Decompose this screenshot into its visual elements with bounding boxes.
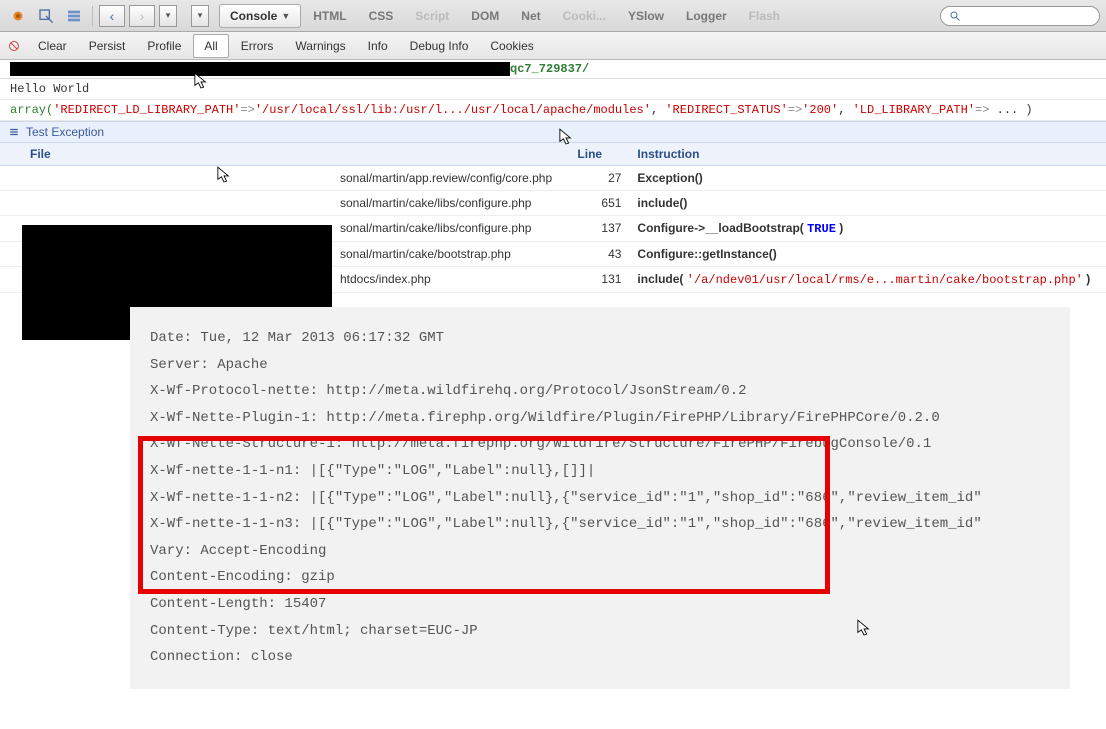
filter-warnings-button[interactable]: Warnings (285, 35, 355, 57)
top-toolbar: ‹ › ▾ ▾ Console ▼ HTML CSS Script DOM Ne… (0, 0, 1106, 32)
stop-icon[interactable] (6, 38, 22, 54)
line-cell: 43 (569, 242, 629, 267)
line-cell: 131 (569, 267, 629, 293)
profile-button[interactable]: Profile (137, 35, 191, 57)
tab-dom[interactable]: DOM (461, 5, 509, 27)
filter-debug-button[interactable]: Debug Info (400, 35, 479, 57)
tab-logger[interactable]: Logger (676, 5, 737, 27)
header-line: X-Wf-Protocol-nette: http://meta.wildfir… (150, 378, 1050, 405)
filter-info-button[interactable]: Info (358, 35, 398, 57)
array-prefix: array( (10, 103, 53, 117)
table-row: sonal/martin/cake/libs/configure.php651i… (0, 191, 1106, 216)
header-line: X-Wf-nette-1-1-n3: |[{"Type":"LOG","Labe… (150, 511, 1050, 538)
inspect-icon[interactable] (34, 4, 58, 28)
header-line: Content-Encoding: gzip (150, 564, 1050, 591)
firebug-icon[interactable] (6, 4, 30, 28)
panel-icon[interactable] (62, 4, 86, 28)
nav-history-dropdown[interactable]: ▾ (159, 5, 177, 27)
tab-html[interactable]: HTML (303, 5, 356, 27)
tab-label: Console (230, 9, 277, 23)
header-line: X-Wf-Nette-Plugin-1: http://meta.firephp… (150, 405, 1050, 432)
file-cell: sonal/martin/app.review/config/core.php (0, 166, 569, 191)
chevron-down-icon: ▼ (281, 11, 290, 21)
response-headers-panel: Date: Tue, 12 Mar 2013 06:17:32 GMTServe… (130, 307, 1070, 689)
array-v2: '200' (802, 103, 838, 117)
url-suffix: qc7_729837/ (510, 60, 589, 78)
array-k1: 'REDIRECT_LD_LIBRARY_PATH' (53, 103, 240, 117)
array-suffix: ... ) (989, 103, 1032, 117)
header-line: Connection: close (150, 644, 1050, 671)
console-sub-toolbar: Clear Persist Profile All Errors Warning… (0, 32, 1106, 60)
header-line: Content-Type: text/html; charset=EUC-JP (150, 618, 1050, 645)
tab-flash[interactable]: Flash (739, 5, 790, 27)
col-line: Line (569, 143, 629, 166)
header-line: X-Wf-Nette-Structure-1: http://meta.fire… (150, 431, 1050, 458)
line-cell: 137 (569, 216, 629, 242)
header-line: Date: Tue, 12 Mar 2013 06:17:32 GMT (150, 325, 1050, 352)
instruction-cell: include( '/a/ndev01/usr/local/rms/e...ma… (629, 267, 1106, 293)
array-k3: 'LD_LIBRARY_PATH' (853, 103, 975, 117)
header-line: Content-Length: 15407 (150, 591, 1050, 618)
tab-console[interactable]: Console ▼ (219, 4, 301, 28)
panel-options-dropdown[interactable]: ▾ (191, 5, 209, 27)
line-cell: 27 (569, 166, 629, 191)
request-url-row: qc7_729837/ (0, 60, 1106, 79)
instruction-cell: Configure::getInstance() (629, 242, 1106, 267)
instruction-cell: Configure->__loadBootstrap( TRUE ) (629, 216, 1106, 242)
col-file: File (0, 143, 569, 166)
array-k2: 'REDIRECT_STATUS' (665, 103, 787, 117)
panel-tabs: Console ▼ HTML CSS Script DOM Net Cooki.… (219, 4, 790, 28)
filter-all-button[interactable]: All (193, 34, 228, 58)
exception-label: Test Exception (26, 125, 104, 139)
tab-yslow[interactable]: YSlow (618, 5, 674, 27)
array-v1: '/usr/local/ssl/lib:/usr/l.../usr/local/… (255, 103, 651, 117)
table-row: sonal/martin/app.review/config/core.php2… (0, 166, 1106, 191)
tab-net[interactable]: Net (511, 5, 550, 27)
tab-css[interactable]: CSS (359, 5, 404, 27)
log-hello-world: Hello World (0, 79, 1106, 100)
separator (92, 6, 93, 26)
nav-back-button[interactable]: ‹ (99, 5, 125, 27)
persist-button[interactable]: Persist (79, 35, 136, 57)
search-input[interactable] (940, 6, 1100, 26)
instruction-cell: Exception() (629, 166, 1106, 191)
clear-button[interactable]: Clear (28, 35, 77, 57)
search-icon (949, 10, 961, 22)
header-line: X-Wf-nette-1-1-n2: |[{"Type":"LOG","Labe… (150, 485, 1050, 512)
filter-errors-button[interactable]: Errors (231, 35, 284, 57)
header-line: Server: Apache (150, 352, 1050, 379)
filter-cookies-button[interactable]: Cookies (480, 35, 543, 57)
file-cell: sonal/martin/cake/libs/configure.php (0, 191, 569, 216)
line-cell: 651 (569, 191, 629, 216)
exception-icon (8, 127, 20, 137)
header-line: Vary: Accept-Encoding (150, 538, 1050, 565)
exception-header[interactable]: Test Exception (0, 121, 1106, 143)
tab-cookies[interactable]: Cooki... (553, 5, 616, 27)
col-instruction: Instruction (629, 143, 1106, 166)
instruction-cell: include() (629, 191, 1106, 216)
redacted-url (10, 62, 510, 76)
tab-script[interactable]: Script (405, 5, 459, 27)
header-line: X-Wf-nette-1-1-n1: |[{"Type":"LOG","Labe… (150, 458, 1050, 485)
nav-forward-button[interactable]: › (129, 5, 155, 27)
log-array-dump: array('REDIRECT_LD_LIBRARY_PATH'=>'/usr/… (0, 100, 1106, 121)
